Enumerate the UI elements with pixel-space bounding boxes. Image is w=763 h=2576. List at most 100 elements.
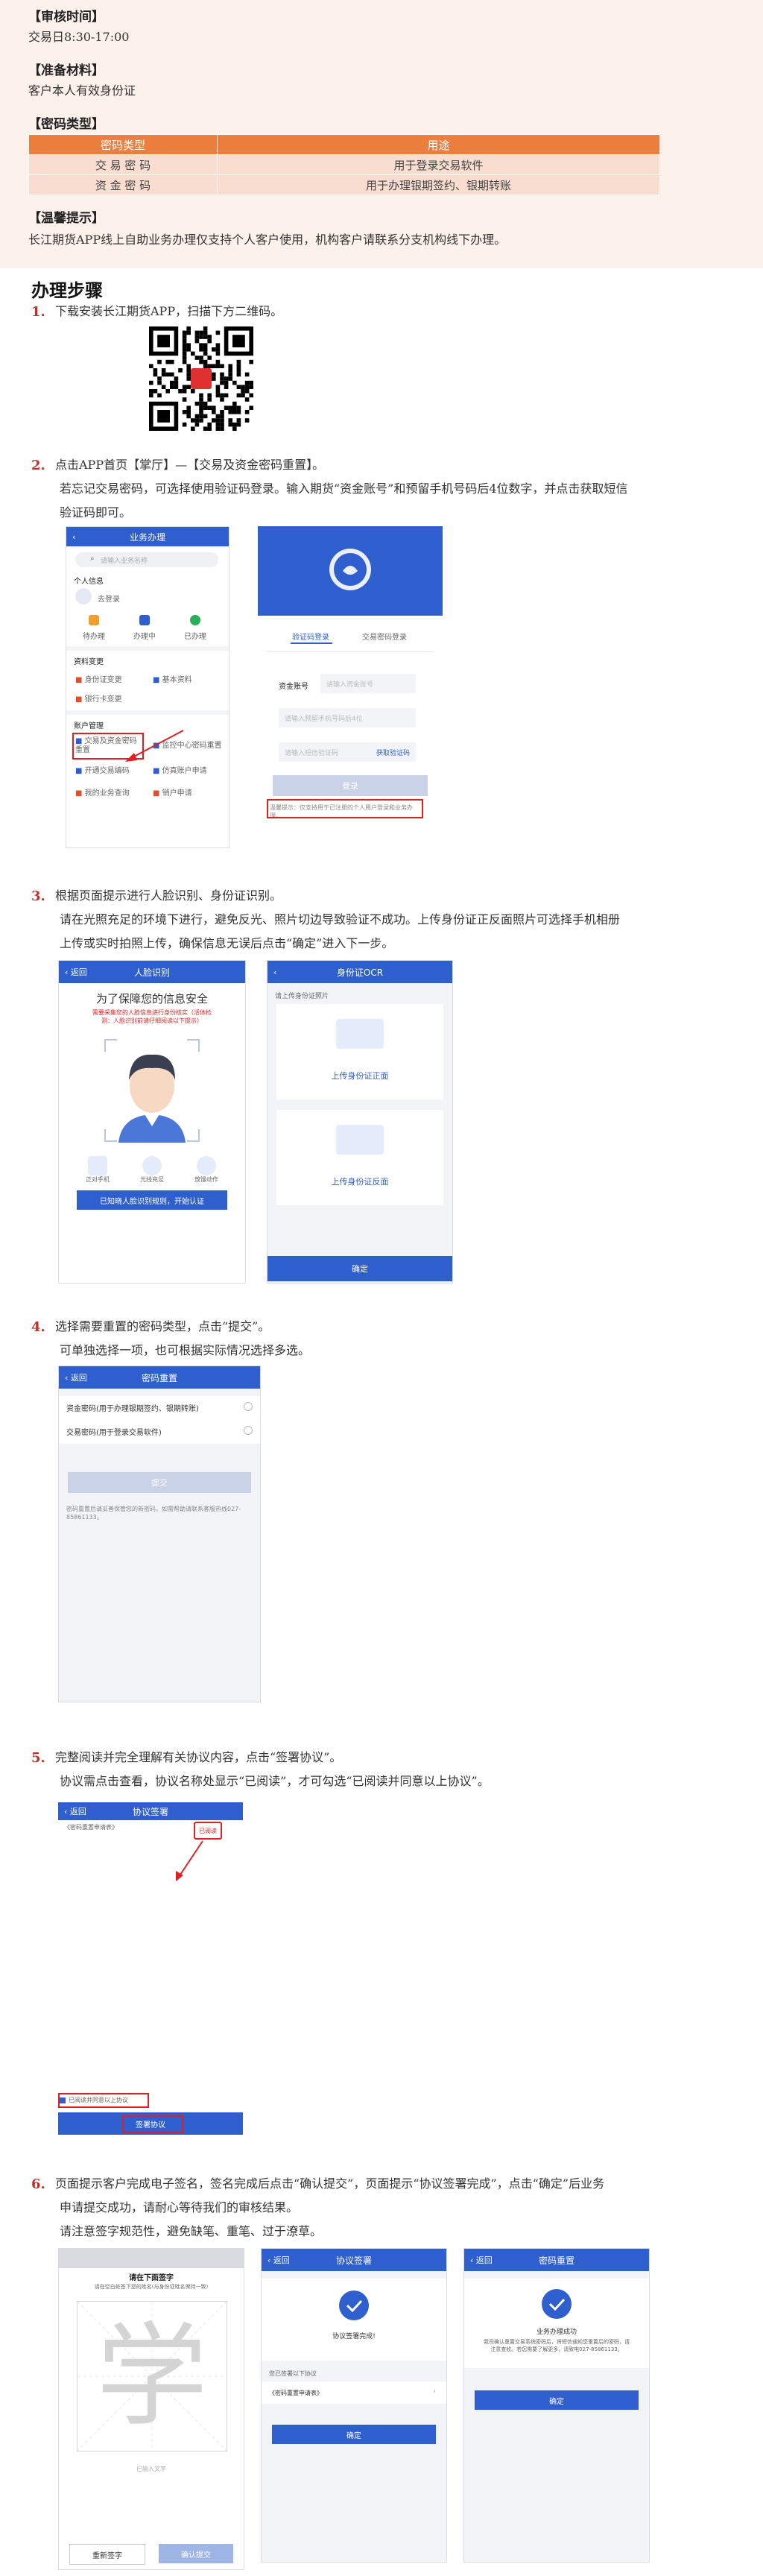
id-card-back-icon <box>336 1125 384 1155</box>
tip-item: 正对手机 <box>75 1156 120 1184</box>
tip-label: 放慢动作 <box>194 1176 218 1183</box>
dimmed-bar <box>59 2249 244 2268</box>
step-line: 可单独选择一项，也可根据实际情况选择多选。 <box>60 1343 311 1357</box>
confirm-button[interactable]: 确定 <box>267 1256 452 1281</box>
tab-code-login[interactable]: 验证码登录 <box>292 631 329 642</box>
sign-prompt: 请在下面签字 <box>129 2274 174 2282</box>
fund-pwd-option[interactable]: 资金密码(用于办理银期签约、银期转账) <box>66 1402 199 1413</box>
profile-icon: ■ <box>153 676 160 684</box>
back-icon[interactable]: ‹ <box>72 532 75 542</box>
step-text: 点击APP首页【掌厅】—【交易及资金密码重置】。 若忘记交易密码，可选择使用验证… <box>55 453 756 525</box>
radio-trade-pwd[interactable] <box>244 1426 253 1435</box>
back-icon[interactable]: ‹ 返回 <box>470 2254 493 2266</box>
step-number: 1. <box>31 304 45 320</box>
account-icon: ■ <box>153 767 160 775</box>
trade-pwd-option[interactable]: 交易密码(用于登录交易软件) <box>66 1426 162 1437</box>
phone-signed-screen: ‹ 返回 协议签署 协议签署完成! 您已签署以下协议 《密码重置申请表》 › 确定 <box>261 2248 447 2563</box>
signature-pad[interactable]: 学 <box>77 2301 227 2452</box>
fund-account-input[interactable]: 请输入资金账号 <box>320 674 416 693</box>
confirm-button[interactable]: 确定 <box>475 2390 639 2410</box>
login-link[interactable]: 去登录 <box>98 593 120 604</box>
done-label[interactable]: 已办理 <box>184 630 206 641</box>
doc-link[interactable]: 《密码重置申请表》 <box>269 2389 323 2397</box>
tips-text: 长江期货APP线上自助业务办理仅支持个人客户使用，机构客户请联系分支机构线下办理… <box>28 233 507 247</box>
id-front-upload[interactable]: 上传身份证正面 <box>276 1004 443 1099</box>
app-bar-title: 人脸识别 <box>133 967 170 978</box>
app-bar-title: 密码重置 <box>538 2255 574 2266</box>
search-icon: ⌕ <box>90 555 95 563</box>
step-line: 选择需要重置的密码类型，点击“提交”。 <box>55 1319 270 1333</box>
step-line: 完整阅读并完全理解有关协议内容，点击“签署协议”。 <box>55 1750 342 1764</box>
sidebar-item-basic-info[interactable]: ■ 基本资料 <box>153 673 192 684</box>
input-placeholder: 请输入资金账号 <box>326 681 374 689</box>
back-icon[interactable]: ‹ 返回 <box>65 966 87 978</box>
steps-title: 办理步骤 <box>31 280 103 301</box>
app-bar: ‹ 返回 密码重置 <box>464 2249 649 2271</box>
review-time-text: 交易日8:30-17:00 <box>28 30 130 44</box>
result-text: 我司确认重置交易系统密码后，将短信通知您重置后的密码，请注意查收。若您需要了解更… <box>484 2339 630 2352</box>
phone-face-screen: ‹ 返回 人脸识别 为了保障您的信息安全 需要采集您的人脸信息进行身份核实（活体检… <box>58 960 246 1284</box>
app-bar-title: 协议签署 <box>335 2255 372 2266</box>
id-card-icon: ■ <box>75 676 83 684</box>
divider <box>66 646 229 651</box>
todo-label[interactable]: 待办理 <box>83 630 105 641</box>
confirm-button[interactable]: 确定 <box>272 2425 436 2444</box>
step-number: 4. <box>31 1319 45 1335</box>
search-input[interactable]: 请输入业务名称 ⌕ <box>75 552 218 567</box>
sidebar-item-cancel[interactable]: ■ 销户申请 <box>153 786 192 798</box>
sidebar-item-exchange-code[interactable]: ■ 开通交易编码 <box>75 764 130 775</box>
start-face-auth-button[interactable]: 已知晓人脸识别规则，开始认证 <box>77 1190 227 1210</box>
tip-item: 放慢动作 <box>184 1156 229 1184</box>
tip-item: 光线充足 <box>130 1156 174 1184</box>
id-card-icon <box>336 1019 384 1049</box>
bank-card-icon: ■ <box>75 695 83 704</box>
face-heading: 为了保障您的信息安全 <box>95 992 208 1006</box>
tips-title: 【温馨提示】 <box>28 211 104 226</box>
sign-placeholder: 已输入文字 <box>136 2466 166 2472</box>
step-text: 完整阅读并完全理解有关协议内容，点击“签署协议”。 协议需点击查看，协议名称处显… <box>55 1746 756 1793</box>
sidebar-item-id-change[interactable]: ■ 身份证变更 <box>75 673 122 684</box>
item-label: 仿真账户申请 <box>162 767 207 775</box>
sms-code-input[interactable]: 请输入短信验证码 获取验证码 <box>279 742 416 762</box>
section-label: 账户管理 <box>74 722 104 730</box>
tab-pwd-login[interactable]: 交易密码登录 <box>362 631 407 642</box>
pwd-type-table: 密码类型 用途 交 易 密 码 用于登录交易软件 资 金 密 码 用于办理银期签… <box>28 134 660 195</box>
phone-digits-input[interactable]: 请输入预留手机号码后4位 <box>279 708 416 727</box>
table-cell: 用于办理银期签约、银期转账 <box>217 174 660 195</box>
sidebar-item-sim-account[interactable]: ■ 仿真账户申请 <box>153 764 207 775</box>
step-line: 点击APP首页【掌厅】—【交易及资金密码重置】。 <box>55 458 325 472</box>
query-icon: ■ <box>75 789 83 798</box>
table-header: 密码类型 <box>28 134 218 155</box>
section-label: 资料变更 <box>74 658 104 666</box>
back-icon[interactable]: ‹ <box>273 967 276 977</box>
sidebar-item-bank-card[interactable]: ■ 银行卡变更 <box>75 692 122 704</box>
step-number: 2. <box>31 458 45 473</box>
login-button[interactable]: 登录 <box>273 775 428 796</box>
sidebar-item-my-query[interactable]: ■ 我的业务查询 <box>75 786 130 798</box>
check-icon <box>339 2291 369 2320</box>
back-icon[interactable]: ‹ 返回 <box>65 1371 87 1383</box>
code-icon: ■ <box>75 767 83 775</box>
app-bar: ‹ 返回 协议签署 <box>58 1802 243 1820</box>
back-icon[interactable]: ‹ 返回 <box>64 1805 86 1817</box>
app-bar-title: 业务办理 <box>129 531 165 543</box>
get-code-button[interactable]: 获取验证码 <box>376 748 410 757</box>
confirm-submit-button[interactable]: 确认提交 <box>159 2544 233 2563</box>
item-label: 销户申请 <box>162 789 192 798</box>
submit-button[interactable]: 提交 <box>68 1472 251 1493</box>
doing-label[interactable]: 办理中 <box>133 630 156 641</box>
id-back-upload[interactable]: 上传身份证反面 <box>276 1110 443 1205</box>
resign-button[interactable]: 重新签字 <box>69 2544 145 2565</box>
tab-indicator <box>291 643 332 644</box>
chevron-right-icon: › <box>433 2387 436 2396</box>
todo-icon <box>89 615 99 625</box>
radio-fund-pwd[interactable] <box>244 1402 253 1411</box>
tip-label: 光线充足 <box>140 1176 164 1183</box>
materials-title: 【准备材料】 <box>28 63 104 78</box>
agreement-link[interactable]: 《密码重置申请表》 <box>64 1823 118 1831</box>
item-label: 我的业务查询 <box>84 789 130 798</box>
step-number: 3. <box>31 888 45 904</box>
back-icon[interactable]: ‹ 返回 <box>267 2254 290 2266</box>
phone-result-screen: ‹ 返回 密码重置 业务办理成功 我司确认重置交易系统密码后，将短信通知您重置后的… <box>463 2248 650 2563</box>
arrow-icon <box>125 730 184 762</box>
